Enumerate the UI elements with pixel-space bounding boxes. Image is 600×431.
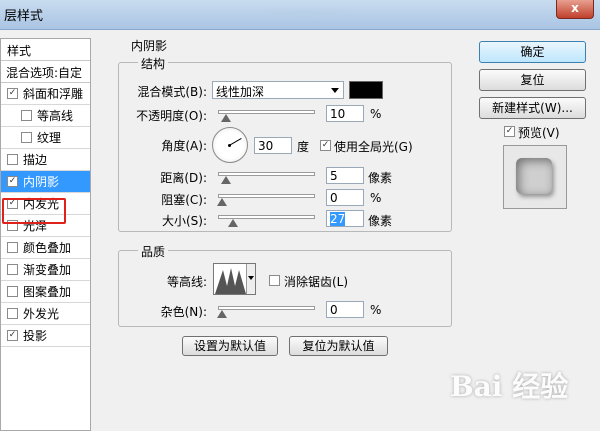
noise-input[interactable]: 0 — [326, 301, 364, 318]
highlight-annotation-box — [2, 198, 66, 224]
global-light-label: 使用全局光(G) — [334, 140, 413, 154]
choke-slider[interactable] — [217, 194, 315, 206]
style-item-checkbox[interactable]: ✓ — [7, 330, 18, 341]
style-item-label: 投影 — [23, 329, 48, 343]
style-item-label: 颜色叠加 — [23, 241, 72, 255]
shadow-color-swatch[interactable] — [349, 81, 383, 99]
reset-button[interactable]: 复位 — [479, 69, 586, 91]
styles-list-item[interactable]: ✓ 内阴影 — [1, 171, 90, 193]
styles-list-item[interactable]: 外发光 — [1, 303, 90, 325]
styles-list-item[interactable]: 描边 — [1, 149, 90, 171]
size-value-selected: 27 — [330, 212, 346, 226]
anti-alias-checkbox[interactable] — [269, 275, 280, 286]
watermark: Bai 经验 — [450, 370, 569, 403]
blend-mode-select[interactable]: 线性加深 — [212, 81, 344, 99]
reset-default-button[interactable]: 复位为默认值 — [289, 336, 388, 356]
style-item-label: 斜面和浮雕 — [23, 87, 84, 101]
noise-slider-thumb[interactable] — [217, 310, 227, 318]
noise-slider[interactable] — [217, 306, 315, 318]
angle-unit: 度 — [297, 140, 310, 154]
global-light-checkbox[interactable]: ✓ — [320, 140, 331, 151]
style-item-label: 外发光 — [23, 307, 60, 321]
blend-mode-label: 混合模式(B): — [137, 85, 207, 99]
styles-list-item[interactable]: ✓ 投影 — [1, 325, 90, 347]
distance-input[interactable]: 5 — [326, 167, 364, 184]
chevron-down-icon — [331, 88, 339, 93]
style-item-checkbox[interactable] — [7, 308, 18, 319]
distance-unit: 像素 — [368, 171, 393, 185]
angle-dial[interactable] — [212, 127, 248, 163]
style-item-checkbox[interactable] — [7, 242, 18, 253]
styles-list-item[interactable]: 图案叠加 — [1, 281, 90, 303]
choke-unit: % — [370, 191, 382, 205]
style-item-checkbox[interactable]: ✓ — [7, 88, 18, 99]
style-item-checkbox[interactable] — [21, 110, 32, 121]
blend-mode-value: 线性加深 — [216, 85, 265, 99]
style-preview-swatch — [516, 158, 552, 194]
styles-list-item[interactable]: ✓ 斜面和浮雕 — [1, 83, 90, 105]
styles-header: 样式 — [1, 39, 90, 61]
distance-slider[interactable] — [218, 172, 315, 184]
new-style-button[interactable]: 新建样式(W)... — [479, 97, 586, 119]
preview-checkbox[interactable]: ✓ — [504, 126, 515, 137]
contour-curve-icon — [215, 268, 246, 294]
choke-slider-thumb[interactable] — [217, 198, 227, 206]
contour-picker[interactable] — [213, 263, 256, 295]
size-slider[interactable] — [218, 215, 315, 227]
size-input[interactable]: 27 — [326, 210, 364, 227]
noise-unit: % — [370, 303, 382, 317]
styles-list-item[interactable]: 颜色叠加 — [1, 237, 90, 259]
opacity-input[interactable]: 10 — [326, 105, 364, 122]
close-button[interactable]: x — [556, 0, 594, 19]
choke-input[interactable]: 0 — [326, 189, 364, 206]
size-label: 大小(S): — [161, 214, 207, 228]
quality-label: 品质 — [138, 243, 169, 260]
styles-list-item[interactable]: 等高线 — [1, 105, 90, 127]
ok-button[interactable]: 确定 — [479, 41, 586, 63]
contour-dropdown-button[interactable] — [246, 264, 255, 294]
angle-input[interactable]: 30 — [254, 137, 292, 154]
style-item-label: 纹理 — [37, 131, 62, 145]
blend-options-item[interactable]: 混合选项:自定 — [1, 61, 90, 83]
contour-label: 等高线: — [166, 275, 207, 289]
style-item-label: 渐变叠加 — [23, 263, 72, 277]
distance-slider-thumb[interactable] — [221, 176, 231, 184]
style-item-label: 内阴影 — [23, 175, 60, 189]
style-item-checkbox[interactable]: ✓ — [7, 176, 18, 187]
noise-label: 杂色(N): — [160, 305, 207, 319]
opacity-unit: % — [370, 107, 382, 121]
style-item-label: 描边 — [23, 153, 48, 167]
chevron-down-icon — [248, 276, 254, 280]
style-item-label: 等高线 — [37, 109, 74, 123]
opacity-slider-thumb[interactable] — [221, 114, 231, 122]
styles-list-item[interactable]: 纹理 — [1, 127, 90, 149]
distance-label: 距离(D): — [160, 171, 207, 185]
style-item-checkbox[interactable] — [21, 132, 32, 143]
panel-title: 内阴影 — [128, 37, 171, 54]
structure-label: 结构 — [138, 55, 169, 72]
opacity-label: 不透明度(O): — [136, 109, 207, 123]
angle-dial-center — [228, 144, 231, 147]
size-slider-thumb[interactable] — [228, 219, 238, 227]
window-title: 层样式 — [4, 9, 44, 24]
style-item-checkbox[interactable] — [7, 154, 18, 165]
style-item-label: 图案叠加 — [23, 285, 72, 299]
preview-label: 预览(V) — [518, 126, 560, 140]
size-unit: 像素 — [368, 214, 393, 228]
opacity-slider[interactable] — [218, 110, 315, 122]
angle-label: 角度(A): — [161, 139, 207, 153]
style-preview — [503, 145, 567, 209]
anti-alias-label: 消除锯齿(L) — [284, 275, 349, 289]
style-item-checkbox[interactable] — [7, 286, 18, 297]
make-default-button[interactable]: 设置为默认值 — [182, 336, 278, 356]
styles-list-item[interactable]: 渐变叠加 — [1, 259, 90, 281]
styles-list: 样式 混合选项:自定 ✓ 斜面和浮雕 等高线 纹理 描边 ✓ 内阴影 ✓ 内发光 光泽 颜色叠加 渐变… — [0, 38, 91, 431]
choke-label: 阻塞(C): — [161, 193, 207, 207]
title-bar: 层样式 x — [0, 0, 600, 30]
style-item-checkbox[interactable] — [7, 264, 18, 275]
title-bar-decoration — [260, 8, 350, 20]
